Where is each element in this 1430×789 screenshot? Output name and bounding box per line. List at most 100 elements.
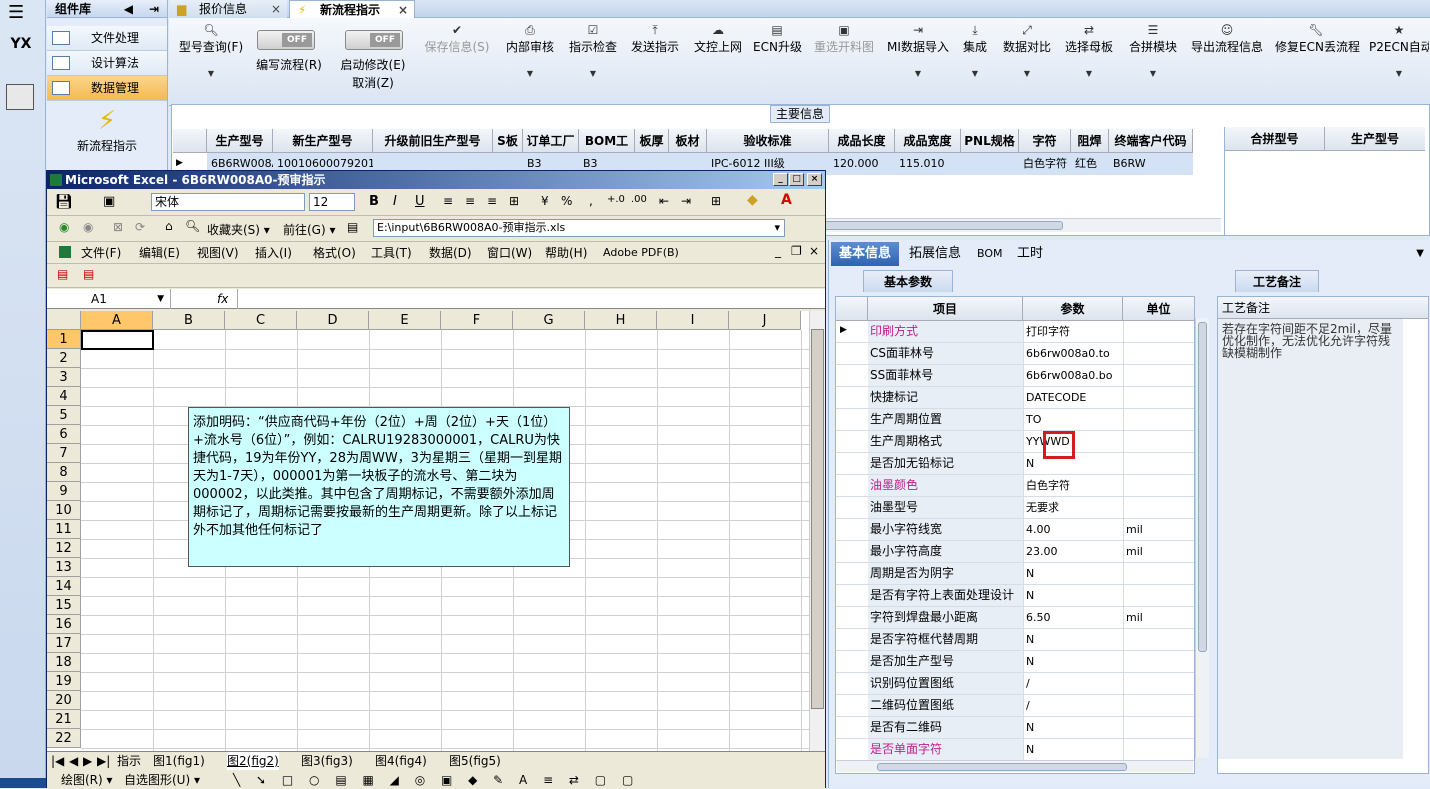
calculator-icon[interactable] (6, 84, 34, 110)
close-button[interactable]: × (807, 173, 822, 186)
data-compare-button[interactable]: ⤢ 数据对比 ▼ (1001, 22, 1053, 78)
tab-extended-info[interactable]: 拓展信息 (901, 242, 969, 266)
row-header[interactable]: 20 (47, 691, 81, 710)
excel-menu-item[interactable]: 工具(T) (371, 242, 412, 264)
spreadsheet-grid[interactable]: ABCDEFGHIJ 1 2 3 4 5 6 7 8 9 10 11 12 13 14 15 16 17 18 19… (47, 311, 817, 751)
component-item-data[interactable]: 数据管理 (47, 76, 167, 101)
pin-icon[interactable]: ⇥ (149, 0, 159, 18)
excel-menu-item[interactable]: 帮助(H) (545, 242, 587, 264)
component-item-file[interactable]: 文件处理 (47, 26, 167, 51)
increase-decimal-icon[interactable]: +.0 (607, 194, 625, 205)
param-value[interactable]: N (1023, 585, 1123, 606)
main-info-header[interactable]: S板 (493, 129, 523, 153)
row-header[interactable]: 3 (47, 368, 81, 387)
write-flow-toggle[interactable]: OFF (257, 30, 315, 50)
font-name-select[interactable]: 宋体 (151, 193, 305, 211)
row-header[interactable]: 14 (47, 577, 81, 596)
row-header[interactable]: 18 (47, 653, 81, 672)
param-value[interactable]: 打印字符 (1023, 321, 1123, 342)
row-header[interactable]: 6 (47, 425, 81, 444)
main-info-header[interactable]: 新生产型号 (273, 129, 373, 153)
doc-close-button[interactable]: × (809, 244, 819, 258)
comma-icon[interactable]: , (589, 194, 593, 208)
font-size-select[interactable]: 12 (309, 193, 355, 211)
save-icon[interactable]: 💾︎ (55, 194, 73, 210)
row-header[interactable]: 9 (47, 482, 81, 501)
param-row[interactable]: 是否字符框代替周期 N (836, 629, 1194, 651)
row-header[interactable]: 11 (47, 520, 81, 539)
export-flow-button[interactable]: ☺ 导出流程信息 (1189, 22, 1265, 55)
scroll-thumb[interactable] (1198, 322, 1207, 652)
ecn-upgrade-button[interactable]: ▤ ECN升级 (753, 22, 802, 55)
main-info-cell[interactable] (961, 153, 1019, 175)
param-value[interactable]: N (1023, 739, 1123, 760)
param-row[interactable]: 是否加生产型号 N (836, 651, 1194, 673)
cell-comment[interactable]: 添加明码：“供应商代码+年份（2位）+周（2位）+天（1位）+流水号（6位）”，… (188, 407, 570, 567)
save-info-button[interactable]: ✔ 保存信息(S) (421, 22, 493, 55)
param-row[interactable]: CS面菲林号 6b6rw008a0.to (836, 343, 1194, 365)
doc-restore-button[interactable]: ❐ (791, 244, 802, 258)
column-header[interactable]: D (297, 311, 369, 330)
param-row[interactable]: 油墨型号 无要求 (836, 497, 1194, 519)
sheet-nav-first-icon[interactable]: |◀ (51, 752, 64, 770)
row-header[interactable]: 17 (47, 634, 81, 653)
row-header[interactable]: 15 (47, 596, 81, 615)
process-notes-text[interactable]: 若存在字符间距不足2mil，尽量优化制作，无法优化允许字符残缺模糊制作 (1218, 319, 1403, 759)
column-header[interactable]: C (225, 311, 297, 330)
param-row[interactable]: 最小字符线宽 4.00 mil (836, 519, 1194, 541)
goto-menu[interactable]: 前往(G) ▾ (283, 221, 336, 238)
indent-icon[interactable]: ⇥ (681, 194, 691, 208)
tab-new-flow[interactable]: ⚡ 新流程指示 × (289, 0, 415, 18)
param-row[interactable]: 是否加无铅标记 N (836, 453, 1194, 475)
main-info-header[interactable]: BOM工厂 (579, 129, 635, 172)
sheet-tab[interactable]: 图1(fig1) (153, 752, 205, 770)
underline-button[interactable]: U (415, 194, 425, 209)
row-header[interactable]: 2 (47, 349, 81, 368)
web-toolbar-icon[interactable]: ▤ (347, 220, 358, 234)
mi-import-button[interactable]: ⇥ MI数据导入 ▼ (885, 22, 951, 78)
param-value[interactable]: 6b6rw008a0.bo (1023, 365, 1123, 386)
pdf-convert-icon[interactable]: ▤ (57, 267, 68, 281)
row-header[interactable]: 12 (47, 539, 81, 558)
app-logo[interactable]: YX (4, 36, 38, 68)
integrate-button[interactable]: ⤓ 集成 ▼ (959, 22, 991, 78)
sheet-nav-last-icon[interactable]: ▶| (97, 752, 110, 770)
reselect-cutting-button[interactable]: ▣ 重选开料图 (811, 22, 877, 55)
main-info-header[interactable]: 板材 (669, 129, 707, 153)
align-right-icon[interactable]: ≡ (487, 194, 497, 208)
main-info-header[interactable]: 终端客户代码 (1109, 129, 1193, 153)
param-value[interactable]: DATECODE (1023, 387, 1123, 408)
model-query-button[interactable]: 🔍︎ 型号查询(F) ▼ (175, 22, 247, 78)
send-instruction-button[interactable]: ⤒ 发送指示 (629, 22, 681, 55)
fill-color-icon[interactable]: ◆ (747, 192, 758, 208)
excel-menu-item[interactable]: 格式(O) (313, 242, 356, 264)
param-value[interactable]: 6b6rw008a0.to (1023, 343, 1123, 364)
maximize-button[interactable]: □ (789, 173, 804, 186)
percent-icon[interactable]: % (561, 194, 572, 208)
sheet-tab[interactable]: 图3(fig3) (301, 752, 353, 770)
column-header[interactable]: A (81, 311, 153, 330)
param-row[interactable]: 是否有二维码 N (836, 717, 1194, 739)
close-icon[interactable]: × (398, 1, 408, 19)
main-info-cell[interactable]: 120.000 (829, 153, 895, 175)
main-info-header[interactable]: PNL规格 (961, 129, 1019, 153)
excel-menu-item[interactable]: 数据(D) (429, 242, 472, 264)
select-all-corner[interactable] (47, 311, 81, 330)
row-header[interactable]: 5 (47, 406, 81, 425)
param-value[interactable]: N (1023, 629, 1123, 650)
main-info-cell[interactable]: 白色字符 (1019, 153, 1071, 175)
collapse-left-icon[interactable]: ◀ (124, 0, 133, 18)
tab-work-hours[interactable]: 工时 (1009, 242, 1051, 266)
main-info-header[interactable]: 升级前旧生产型号 (373, 129, 493, 153)
param-value[interactable]: N (1023, 563, 1123, 584)
formula-input[interactable] (237, 289, 825, 309)
excel-menu-item[interactable]: 窗口(W) (487, 242, 532, 264)
param-value[interactable]: 6.50 (1023, 607, 1123, 628)
outdent-icon[interactable]: ⇤ (659, 194, 669, 208)
row-header[interactable]: 16 (47, 615, 81, 634)
main-info-cell[interactable]: B6RW (1109, 153, 1193, 175)
main-info-header[interactable]: 字符 (1019, 129, 1071, 153)
chevron-down-icon[interactable]: ▼ (1416, 248, 1424, 259)
excel-menu-item[interactable]: 编辑(E) (139, 242, 180, 264)
pdf-mail-icon[interactable]: ▤ (83, 267, 94, 281)
